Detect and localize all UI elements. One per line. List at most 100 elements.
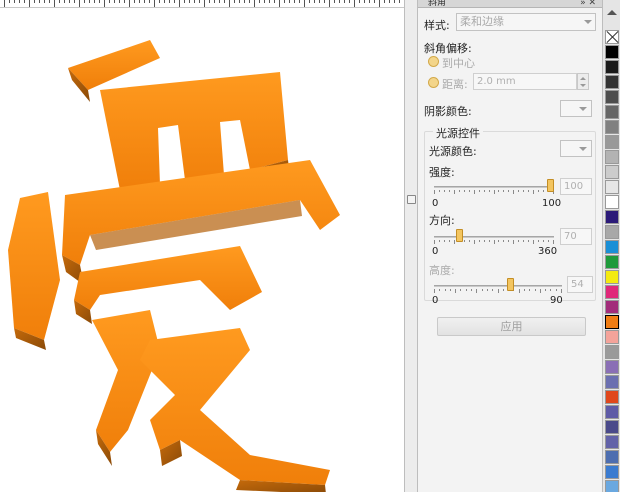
ruler-tick [239,0,240,3]
ruler-tick [144,0,145,3]
ruler-tick [194,0,195,3]
ruler-tick [94,0,95,3]
distance-label: 距离: [442,78,468,91]
altitude-slider[interactable] [434,278,562,296]
splitter-grip[interactable] [407,195,416,204]
color-swatch[interactable] [605,90,619,104]
color-swatch[interactable] [605,165,619,179]
light-color-label: 光源颜色: [429,145,477,158]
color-swatch[interactable] [605,360,619,374]
ruler-tick [114,0,115,3]
ruler-tick [299,0,300,3]
ruler-tick [119,0,120,3]
ruler-tick [379,0,380,7]
ruler-tick [309,0,310,3]
ruler-tick [14,0,15,3]
color-swatch[interactable] [605,345,619,359]
scroll-up-icon[interactable] [607,10,617,15]
ruler-tick [154,0,155,7]
ruler-tick [314,0,315,3]
ruler-tick [74,0,75,3]
ruler-tick [354,0,355,7]
ruler-tick [284,0,285,3]
ruler-tick [4,0,5,7]
ruler-tick [199,0,200,3]
color-swatch[interactable] [605,300,619,314]
distance-radio[interactable] [428,77,439,88]
apply-button[interactable]: 应用 [437,317,586,336]
ruler-tick [129,0,130,7]
stroke-middle [74,246,262,310]
top-ruler [0,0,404,8]
color-swatch[interactable] [605,195,619,209]
color-swatch[interactable] [605,405,619,419]
ruler-tick [79,0,80,7]
color-swatch[interactable] [605,210,619,224]
slider-ticks [434,240,554,244]
light-color-picker[interactable] [560,140,592,157]
distance-input[interactable]: 2.0 mm [473,73,577,90]
no-color-swatch[interactable] [605,30,619,44]
color-swatch[interactable] [605,60,619,74]
color-swatch[interactable] [605,120,619,134]
style-value: 柔和边缘 [460,15,504,28]
color-swatch[interactable] [605,375,619,389]
direction-input[interactable]: 70 [560,228,592,245]
color-swatch[interactable] [605,315,619,329]
color-swatch[interactable] [605,135,619,149]
color-swatch[interactable] [605,75,619,89]
docker-controls[interactable]: » ✕ [580,0,596,7]
distance-spinner[interactable] [577,73,589,90]
chevron-down-icon [579,147,587,151]
ruler-tick [209,0,210,3]
color-swatch[interactable] [605,390,619,404]
bevel-artwork-ai-character[interactable] [0,10,404,492]
ruler-tick [319,0,320,3]
color-swatch[interactable] [605,255,619,269]
color-swatch[interactable] [605,450,619,464]
ruler-tick [84,0,85,3]
intensity-input[interactable]: 100 [560,178,592,195]
color-swatch[interactable] [605,180,619,194]
color-swatch[interactable] [605,240,619,254]
ruler-tick [279,0,280,7]
ruler-tick [394,0,395,3]
color-swatch[interactable] [605,270,619,284]
ruler-tick [24,0,25,3]
color-swatch[interactable] [605,285,619,299]
color-swatch[interactable] [605,480,619,492]
ruler-tick [49,0,50,3]
slider-thumb[interactable] [456,229,463,242]
direction-label: 方向: [429,214,455,227]
ruler-tick [249,0,250,3]
docker-title: 斜角 [428,0,447,8]
ruler-tick [359,0,360,3]
slider-thumb[interactable] [547,179,554,192]
drawing-canvas[interactable] [0,0,404,492]
altitude-input[interactable]: 54 [567,276,593,293]
style-dropdown[interactable]: 柔和边缘 [456,13,596,31]
shadow-color-picker[interactable] [560,100,592,117]
ruler-tick [304,0,305,7]
color-swatch[interactable] [605,435,619,449]
ruler-tick [124,0,125,3]
color-swatch[interactable] [605,330,619,344]
color-swatch[interactable] [605,45,619,59]
color-palette [602,0,620,492]
color-swatch[interactable] [605,225,619,239]
slider-thumb[interactable] [507,278,514,291]
ruler-tick [59,0,60,3]
chevron-down-icon [584,20,592,24]
ruler-tick [339,0,340,3]
ruler-tick [389,0,390,3]
to-center-radio[interactable] [428,56,439,67]
color-swatch[interactable] [605,105,619,119]
intensity-slider[interactable] [434,179,554,197]
color-swatch[interactable] [605,465,619,479]
color-swatch[interactable] [605,420,619,434]
direction-slider[interactable] [434,229,554,247]
slider-ticks [434,190,554,194]
ruler-tick [189,0,190,3]
color-swatch[interactable] [605,150,619,164]
docker-splitter[interactable] [404,0,418,492]
